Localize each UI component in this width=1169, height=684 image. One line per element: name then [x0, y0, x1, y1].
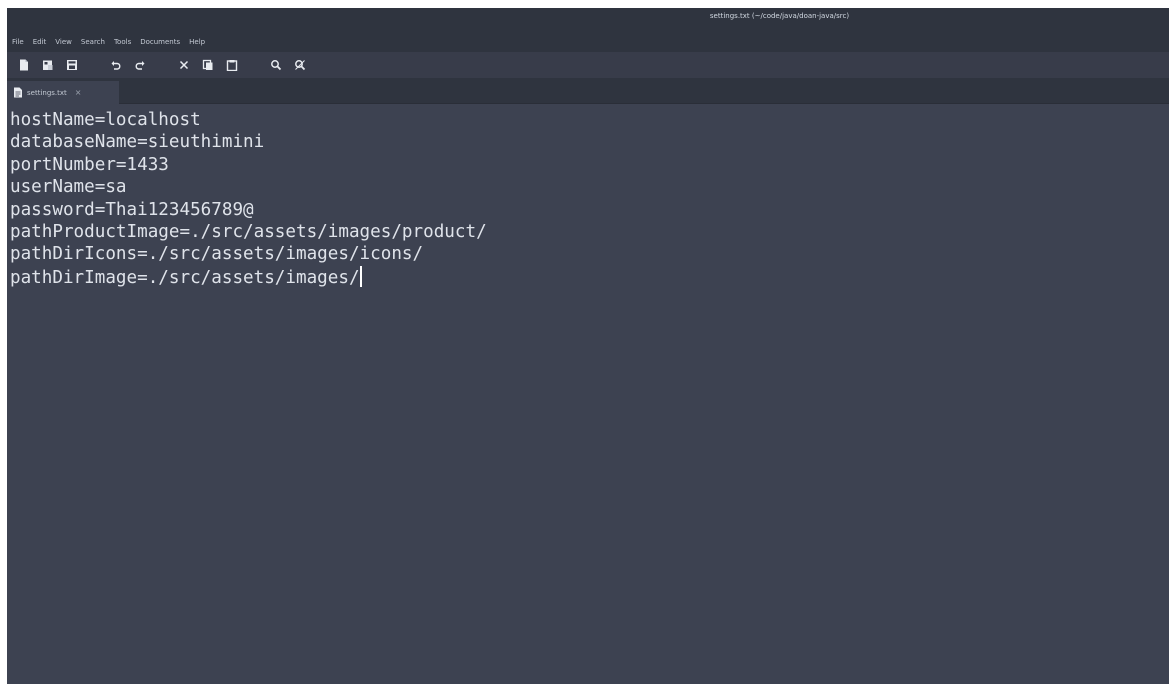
- save-button[interactable]: [61, 55, 83, 75]
- code-line: password=Thai123456789@: [10, 199, 254, 220]
- toolbar: [7, 52, 1169, 78]
- code-line: pathDirIcons=./src/assets/images/icons/: [10, 244, 424, 265]
- copy-button[interactable]: [197, 55, 219, 75]
- cut-button[interactable]: [173, 55, 195, 75]
- redo-button[interactable]: [129, 55, 151, 75]
- toolbar-separator: [85, 55, 105, 75]
- toolbar-separator: [153, 55, 173, 75]
- code-line: portNumber=1433: [10, 154, 169, 175]
- menu-help[interactable]: Help: [189, 38, 205, 46]
- search-replace-icon: [295, 60, 306, 71]
- paste-icon: [226, 60, 238, 71]
- title-bar[interactable]: settings.txt (~/code/java/doan-java/src): [7, 8, 1169, 32]
- tab-settings-txt[interactable]: settings.txt ×: [7, 81, 119, 104]
- menu-search[interactable]: Search: [81, 38, 105, 46]
- redo-icon: [135, 61, 145, 70]
- cut-icon: [179, 60, 189, 70]
- tab-close-button[interactable]: ×: [75, 88, 82, 97]
- open-document-button[interactable]: [37, 55, 59, 75]
- code-line-current: pathDirImage=./src/assets/images/: [10, 265, 1169, 288]
- menu-file[interactable]: File: [12, 38, 24, 46]
- toolbar-separator: [245, 55, 265, 75]
- tab-label: settings.txt: [27, 88, 67, 97]
- text-editor-window: settings.txt (~/code/java/doan-java/src)…: [7, 8, 1169, 684]
- paste-button[interactable]: [221, 55, 243, 75]
- menu-tools[interactable]: Tools: [114, 38, 131, 46]
- copy-icon: [202, 59, 213, 70]
- undo-icon: [111, 61, 121, 70]
- search-button[interactable]: [265, 55, 287, 75]
- new-document-button[interactable]: [13, 55, 35, 75]
- code-line: userName=sa: [10, 177, 127, 198]
- text-file-icon: [14, 87, 22, 98]
- menu-documents[interactable]: Documents: [140, 38, 180, 46]
- code-line: hostName=localhost: [10, 110, 201, 130]
- search-icon: [271, 60, 282, 71]
- text-editor-area[interactable]: hostName=localhost databaseName=sieuthim…: [7, 104, 1169, 684]
- window-title: settings.txt (~/code/java/doan-java/src): [709, 12, 850, 20]
- menu-bar: File Edit View Search Tools Documents He…: [7, 32, 1169, 52]
- tab-bar: settings.txt ×: [7, 78, 1169, 104]
- text-cursor: [359, 265, 362, 287]
- code-line: pathProductImage=./src/assets/images/pro…: [10, 221, 487, 242]
- new-document-icon: [20, 59, 28, 71]
- code-line: databaseName=sieuthimini: [10, 132, 265, 153]
- search-replace-button[interactable]: [289, 55, 311, 75]
- menu-view[interactable]: View: [55, 38, 72, 46]
- undo-button[interactable]: [105, 55, 127, 75]
- code-line-text: pathDirImage=./src/assets/images/: [10, 267, 360, 288]
- save-icon: [67, 60, 77, 70]
- open-document-icon: [43, 60, 53, 70]
- menu-edit[interactable]: Edit: [33, 38, 47, 46]
